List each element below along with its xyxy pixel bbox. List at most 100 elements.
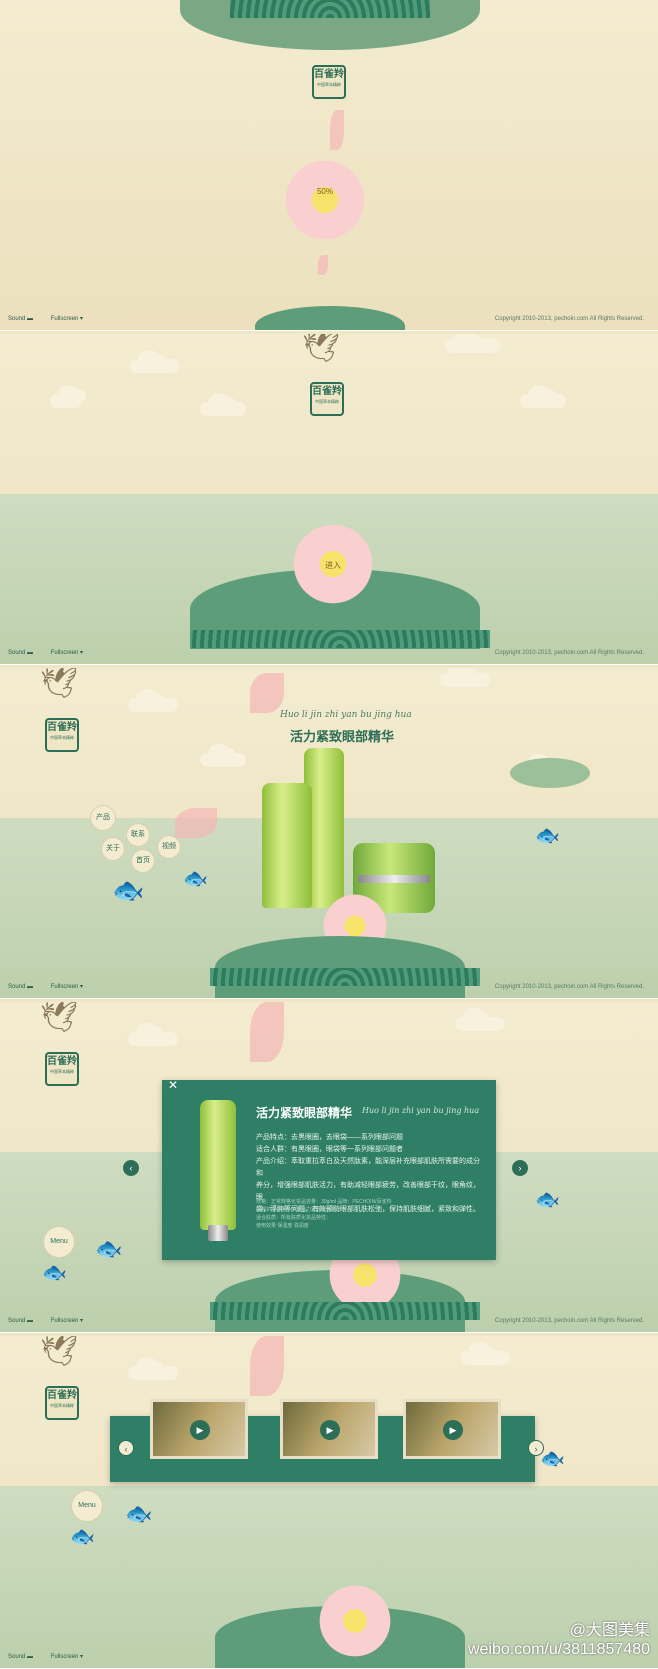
prev-arrow-button[interactable]: ‹ (123, 1160, 139, 1176)
brand-logo[interactable]: 百雀羚 中国草本精粹 (45, 1386, 79, 1420)
top-wave-pattern (230, 0, 430, 18)
wave-pattern (210, 968, 480, 986)
loading-lotus (275, 150, 375, 250)
koi-icon: 🐟 (535, 825, 560, 847)
brand-logo[interactable]: 百雀羚 中国草本精粹 (45, 1052, 79, 1086)
wave-pattern (210, 1302, 480, 1320)
loading-screen: 百雀羚 中国草本精粹 50% Sound ▬ Fullscreen ▾ Copy… (0, 0, 658, 331)
lotus-leaf-right (510, 758, 590, 788)
next-arrow-button[interactable]: › (512, 1160, 528, 1176)
logo-text: 百雀羚 (314, 69, 344, 80)
fullscreen-toggle[interactable]: Fullscreen ▾ (51, 1654, 83, 1660)
video-thumbnail[interactable]: ▶ (403, 1399, 501, 1459)
fish-icon: 🐟 (183, 868, 208, 890)
brand-logo[interactable]: 百雀羚 中国草本精粹 (45, 718, 79, 752)
sound-toggle[interactable]: Sound ▬ (8, 316, 33, 322)
cloud (200, 744, 246, 767)
watermark-url: weibo.com/u/3811857480 (467, 1641, 650, 1658)
copyright-text: Copyright 2010-2013, pechoin.com All Rig… (494, 650, 644, 656)
cloud (520, 385, 566, 408)
play-icon[interactable]: ▶ (443, 1420, 463, 1440)
fullscreen-toggle[interactable]: Fullscreen ▾ (51, 316, 83, 322)
product-script-title: Huo li jin zhi yan bu jing hua (280, 710, 412, 720)
fish-icon: 🐟 (125, 1501, 153, 1526)
menu-bubble-contact[interactable]: 联系 (127, 824, 149, 846)
close-icon[interactable]: ✕ (168, 1078, 178, 1092)
lotus-flower (310, 1576, 400, 1666)
koi-icon: 🐟 (540, 1448, 565, 1470)
floating-petal (250, 1336, 284, 1396)
logo-subtext: 中国草本精粹 (317, 82, 341, 87)
sound-toggle[interactable]: Sound ▬ (8, 1318, 33, 1324)
brand-logo[interactable]: 百雀羚 中国草本精粹 (312, 65, 346, 99)
copyright-text: Copyright 2010-2013, pechoin.com All Rig… (494, 1318, 644, 1324)
logo-text: 百雀羚 (312, 386, 342, 397)
footer-controls: Sound ▬ Fullscreen ▾ (8, 649, 99, 656)
spec-line: 面部护理单品：草本活力紧致眼部精华 (256, 1207, 342, 1213)
product-bottle[interactable] (262, 783, 312, 908)
cloud (200, 393, 246, 416)
menu-bubble-video[interactable]: 视频 (158, 836, 180, 858)
fish-icon: 🐟 (112, 875, 145, 905)
fullscreen-toggle[interactable]: Fullscreen ▾ (51, 1318, 83, 1324)
cloud (440, 668, 490, 687)
product-tube (200, 1100, 236, 1230)
bird-icon: 🕊 (40, 1336, 79, 1368)
menu-bubble[interactable]: Menu (72, 1491, 102, 1521)
copyright-text: Copyright 2010-2013, pechoin.com All Rig… (494, 316, 644, 322)
enter-button-label[interactable]: 进入 (313, 560, 353, 571)
falling-petal (330, 110, 344, 150)
fish-icon: 🐟 (95, 1236, 123, 1261)
play-icon[interactable]: ▶ (190, 1420, 210, 1440)
desc-line: 产品特点：去黑眼圈，去眼袋——系列眼部问题 (256, 1134, 403, 1141)
floating-petal (175, 808, 217, 838)
detail-script-title: Huo li jin zhi yan bu jing hua (362, 1106, 480, 1115)
koi-icon: 🐟 (535, 1189, 560, 1211)
footer-controls: Sound ▬ Fullscreen ▾ (8, 315, 99, 322)
logo-subtext: 中国草本精粹 (50, 735, 74, 740)
video-thumbnail[interactable]: ▶ (150, 1399, 248, 1459)
logo-text: 百雀羚 (47, 1390, 77, 1401)
cloud (128, 1357, 178, 1380)
fullscreen-toggle[interactable]: Fullscreen ▾ (51, 984, 83, 990)
menu-bubble-products[interactable]: 产品 (91, 806, 115, 830)
fish-icon: 🐟 (70, 1526, 95, 1548)
product-title: 活力紧致眼部精华 (290, 730, 395, 745)
footer-controls: Sound ▬ Fullscreen ▾ (8, 983, 99, 990)
spec-line: 使用效果 保湿度 滋润度 (256, 1223, 309, 1229)
video-thumbnail[interactable]: ▶ (280, 1399, 378, 1459)
video-screen: 🕊 百雀羚 中国草本精粹 ▶ ▶ ▶ ‹ › Menu 🐟 🐟 🐟 Sound … (0, 1336, 658, 1669)
copyright-text: Copyright 2010-2013, pechoin.com All Rig… (494, 984, 644, 990)
logo-subtext: 中国草本精粹 (50, 1069, 74, 1074)
play-icon[interactable]: ▶ (320, 1420, 340, 1440)
detail-spec: 规格：正常规格化妆品容量：30g/ml 品牌：PECHOIN/百雀羚 面部护理单… (256, 1198, 486, 1230)
floating-petal (250, 1002, 284, 1062)
wave-pattern (190, 630, 490, 648)
menu-bubble-home[interactable]: 首页 (132, 850, 154, 872)
bottom-lotus-leaf (255, 306, 405, 330)
menu-bubble[interactable]: Menu (44, 1227, 74, 1257)
cloud (50, 385, 86, 408)
fullscreen-toggle[interactable]: Fullscreen ▾ (51, 650, 83, 656)
fish-icon: 🐟 (42, 1262, 67, 1284)
watermark-handle: @大图美集 (569, 1622, 650, 1639)
product-detail-panel: 活力紧致眼部精华 Huo li jin zhi yan bu jing hua … (162, 1080, 496, 1260)
cloud (130, 350, 180, 373)
cloud (460, 1342, 510, 1365)
prev-arrow-button[interactable]: ‹ (118, 1440, 134, 1456)
brand-logo[interactable]: 百雀羚 中国草本精粹 (310, 382, 344, 416)
product-screen: 🕊 百雀羚 中国草本精粹 Huo li jin zhi yan bu jing … (0, 668, 658, 999)
bird-icon: 🕊 (40, 1002, 79, 1034)
cloud (455, 1008, 505, 1031)
sound-toggle[interactable]: Sound ▬ (8, 984, 33, 990)
sound-toggle[interactable]: Sound ▬ (8, 650, 33, 656)
desc-line: 产品介绍：萃取重拉萃白及天然肽素，能深层补充眼部肌肤所需要的成分和 (256, 1158, 480, 1177)
spec-line: 规格：正常规格化妆品容量：30g/ml 品牌：PECHOIN/百雀羚 (256, 1199, 392, 1205)
cloud (128, 1023, 178, 1046)
sound-toggle[interactable]: Sound ▬ (8, 1654, 33, 1660)
desc-line: 适合人群：有黑眼圈，眼袋等一系列眼部问题者 (256, 1146, 403, 1153)
menu-bubble-about[interactable]: 关于 (102, 838, 124, 860)
page: 百雀羚 中国草本精粹 50% Sound ▬ Fullscreen ▾ Copy… (0, 0, 658, 1669)
falling-petal (318, 255, 328, 275)
product-detail-screen: 🕊 百雀羚 中国草本精粹 活力紧致眼部精华 Huo li jin zhi yan… (0, 1002, 658, 1333)
